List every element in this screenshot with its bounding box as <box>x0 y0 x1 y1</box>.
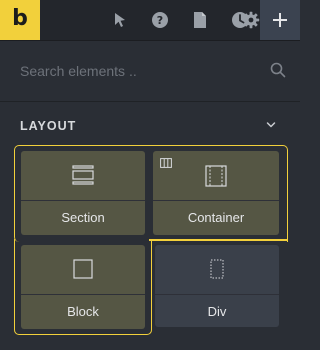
logo-letter: b <box>12 6 28 31</box>
columns-badge-icon <box>160 158 172 168</box>
card-divider <box>21 200 145 201</box>
question-icon: ? <box>152 12 168 28</box>
element-card-section[interactable]: Section <box>21 151 145 235</box>
card-label: Block <box>67 304 99 319</box>
div-icon <box>210 259 224 279</box>
svg-text:?: ? <box>157 14 163 27</box>
element-card-div[interactable]: Div <box>155 245 279 327</box>
card-label: Div <box>207 304 227 319</box>
search-input[interactable] <box>20 60 260 82</box>
block-icon <box>73 259 93 279</box>
section-icon <box>72 165 94 185</box>
card-divider <box>153 200 279 201</box>
element-card-block[interactable]: Block <box>21 245 145 329</box>
page-button[interactable] <box>180 0 220 40</box>
section-title: LAYOUT <box>20 119 77 133</box>
gear-icon <box>242 11 260 29</box>
search-bar <box>0 41 300 102</box>
pointer-button[interactable] <box>100 0 140 40</box>
settings-gear-button[interactable] <box>220 0 260 40</box>
card-divider <box>155 294 279 295</box>
card-divider <box>21 294 145 295</box>
help-button[interactable]: ? <box>140 0 180 40</box>
logo[interactable]: b <box>0 0 40 40</box>
search-icon[interactable] <box>270 62 286 78</box>
pointer-icon <box>115 13 125 27</box>
selection-outline-joint <box>149 239 287 241</box>
card-label: Section <box>61 210 105 225</box>
card-label: Container <box>187 210 245 225</box>
layout-section-header[interactable]: LAYOUT <box>0 112 300 140</box>
chevron-down-icon[interactable] <box>266 121 276 129</box>
element-card-container[interactable]: Container <box>153 151 279 235</box>
container-icon <box>205 165 227 187</box>
add-element-button[interactable] <box>260 0 300 40</box>
document-icon <box>194 12 206 28</box>
plus-icon <box>273 13 287 27</box>
